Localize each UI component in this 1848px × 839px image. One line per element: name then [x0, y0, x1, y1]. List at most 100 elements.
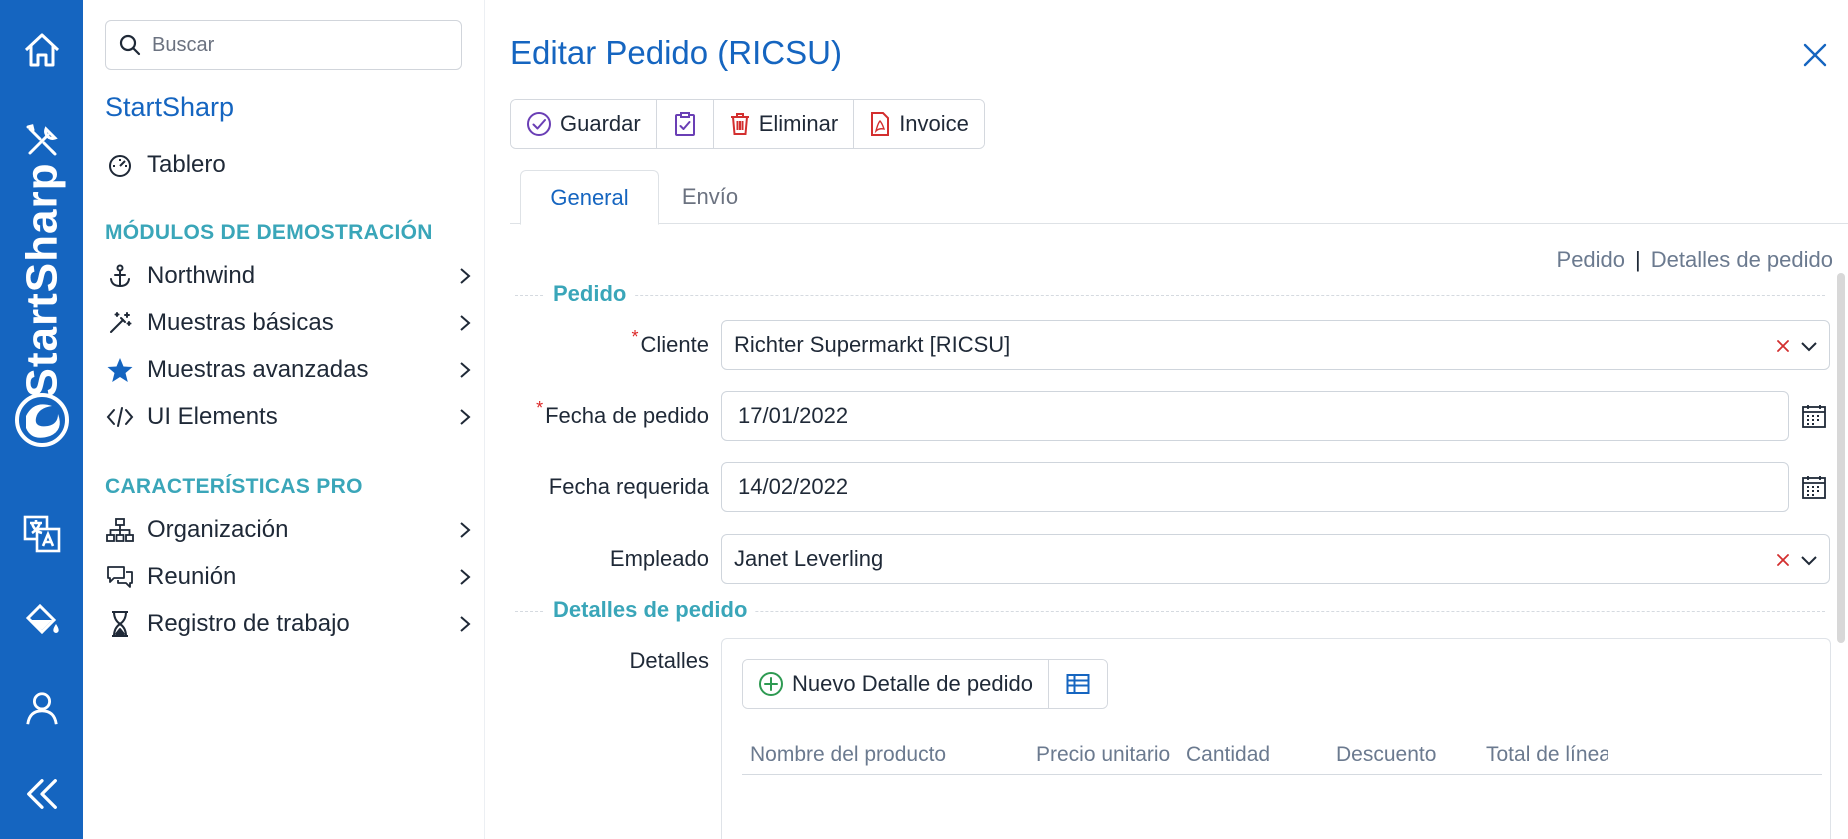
column-header-product[interactable]: Nombre del producto: [750, 735, 1030, 775]
details-toolbar: Nuevo Detalle de pedido: [742, 659, 1108, 709]
column-header-unit-price[interactable]: Precio unitario: [1036, 735, 1181, 775]
menu-item-label: Registro de trabajo: [147, 610, 350, 637]
required-date-label: Fecha requerida: [548, 474, 709, 499]
close-button[interactable]: [1800, 40, 1830, 70]
tools-icon[interactable]: [0, 117, 83, 165]
save-label: Guardar: [560, 111, 641, 136]
new-detail-label: Nuevo Detalle de pedido: [792, 671, 1033, 696]
clear-icon[interactable]: [1775, 552, 1791, 568]
section-heading-pro: CARACTERÍSTICAS PRO: [105, 475, 363, 498]
paint-bucket-icon[interactable]: [0, 596, 83, 644]
chevron-right-icon: [455, 407, 475, 427]
table-columns-icon: [1066, 674, 1090, 694]
order-date-label: Fecha de pedido: [545, 403, 709, 428]
customer-label: Cliente: [640, 332, 709, 357]
field-label: * Cliente: [632, 320, 710, 370]
collapse-icon[interactable]: [0, 770, 83, 818]
menu-item-label: Muestras básicas: [147, 309, 334, 336]
save-button[interactable]: Guardar: [511, 100, 657, 148]
language-icon[interactable]: [0, 510, 83, 558]
customer-value: Richter Supermarkt [RICSU]: [734, 332, 1011, 357]
chevron-right-icon: [455, 266, 475, 286]
org-chart-icon: [105, 515, 135, 545]
menu-item-label: Northwind: [147, 262, 256, 289]
new-detail-button[interactable]: Nuevo Detalle de pedido: [743, 660, 1049, 708]
order-date-input[interactable]: 17/01/2022: [721, 391, 1789, 441]
menu-item-work-log[interactable]: Registro de trabajo: [105, 606, 475, 642]
column-header-discount[interactable]: Descuento: [1336, 735, 1481, 775]
section-heading-demo: MÓDULOS DE DEMOSTRACIÓN: [105, 221, 433, 244]
search-icon: [119, 34, 141, 56]
brand-name: StartSharp: [17, 162, 67, 398]
category-link-order[interactable]: Pedido: [1557, 247, 1626, 273]
fieldset-details: Detalles de pedido: [515, 597, 1825, 623]
user-icon[interactable]: [0, 684, 83, 732]
delete-button[interactable]: Eliminar: [713, 100, 855, 148]
tab-general[interactable]: General: [520, 170, 659, 225]
column-header-line-total[interactable]: Total de línea: [1486, 735, 1608, 775]
dialog-title: Editar Pedido (RICSU): [510, 34, 842, 71]
customer-select[interactable]: Richter Supermarkt [RICSU]: [721, 320, 1830, 370]
edit-order-dialog: Editar Pedido (RICSU) Guardar Eliminar I…: [485, 0, 1848, 839]
menu-item-meeting[interactable]: Reunión: [105, 559, 475, 595]
invoice-button[interactable]: Invoice: [854, 100, 984, 148]
chevron-right-icon: [455, 567, 475, 587]
clipboard-check-icon: [674, 112, 695, 136]
search-box[interactable]: [105, 20, 462, 70]
menu-brand-title[interactable]: StartSharp: [105, 92, 234, 123]
tab-shipping[interactable]: Envío: [665, 170, 755, 224]
field-row-required-date: Fecha requerida 14/02/2022: [510, 462, 1830, 512]
category-link-details[interactable]: Detalles de pedido: [1651, 247, 1833, 273]
apply-changes-button[interactable]: [656, 100, 714, 148]
calendar-icon[interactable]: [1801, 474, 1827, 500]
chat-bubbles-icon: [105, 562, 135, 592]
menu-item-label: Muestras avanzadas: [147, 356, 369, 383]
required-date-input[interactable]: 14/02/2022: [721, 462, 1789, 512]
column-header-quantity[interactable]: Cantidad: [1186, 735, 1331, 775]
menu-item-label: Reunión: [147, 563, 237, 590]
employee-select[interactable]: Janet Leverling: [721, 534, 1830, 584]
anchor-icon: [105, 261, 135, 291]
home-icon[interactable]: [0, 26, 83, 74]
menu-item-northwind[interactable]: Northwind: [105, 258, 475, 294]
dialog-toolbar: Guardar Eliminar Invoice: [510, 99, 985, 149]
menu-item-advanced-samples[interactable]: Muestras avanzadas: [105, 352, 475, 388]
field-label: * Fecha de pedido: [536, 391, 709, 441]
column-picker-button[interactable]: [1048, 660, 1107, 708]
hourglass-icon: [105, 609, 135, 639]
menu-item-organization[interactable]: Organización: [105, 512, 475, 548]
chevron-right-icon: [455, 313, 475, 333]
chevron-down-icon[interactable]: [1799, 553, 1819, 567]
clear-icon[interactable]: [1775, 338, 1791, 354]
trash-icon: [730, 113, 749, 135]
tab-bar: General Envío: [510, 170, 1848, 225]
category-links: Pedido | Detalles de pedido: [1557, 247, 1833, 273]
menu-item-dashboard[interactable]: Tablero: [105, 147, 475, 183]
fieldset-legend: Detalles de pedido: [545, 597, 756, 623]
search-input[interactable]: [152, 33, 442, 57]
required-date-value: 14/02/2022: [738, 474, 849, 499]
menu-item-label: UI Elements: [147, 403, 278, 430]
menu-item-label: Organización: [147, 516, 289, 543]
menu-item-basic-samples[interactable]: Muestras básicas: [105, 305, 475, 341]
field-label: Fecha requerida: [549, 462, 709, 512]
required-mark: *: [536, 397, 544, 418]
fieldset-divider: [515, 295, 1825, 296]
fieldset-order: Pedido: [515, 281, 1825, 307]
required-mark: *: [631, 326, 639, 347]
scrollbar[interactable]: [1837, 273, 1845, 643]
magic-wand-icon: [105, 308, 135, 338]
chevron-down-icon[interactable]: [1799, 339, 1819, 353]
order-date-value: 17/01/2022: [738, 403, 849, 428]
dashboard-gauge-icon: [105, 150, 135, 180]
field-label: Empleado: [610, 534, 709, 584]
menu-item-ui-elements[interactable]: UI Elements: [105, 399, 475, 435]
chevron-right-icon: [455, 360, 475, 380]
star-icon: [105, 355, 135, 385]
check-circle-icon: [527, 112, 551, 136]
field-label: Detalles: [630, 636, 709, 686]
close-icon: [1803, 43, 1827, 67]
add-circle-icon: [759, 672, 783, 696]
employee-value: Janet Leverling: [734, 546, 884, 571]
calendar-icon[interactable]: [1801, 403, 1827, 429]
